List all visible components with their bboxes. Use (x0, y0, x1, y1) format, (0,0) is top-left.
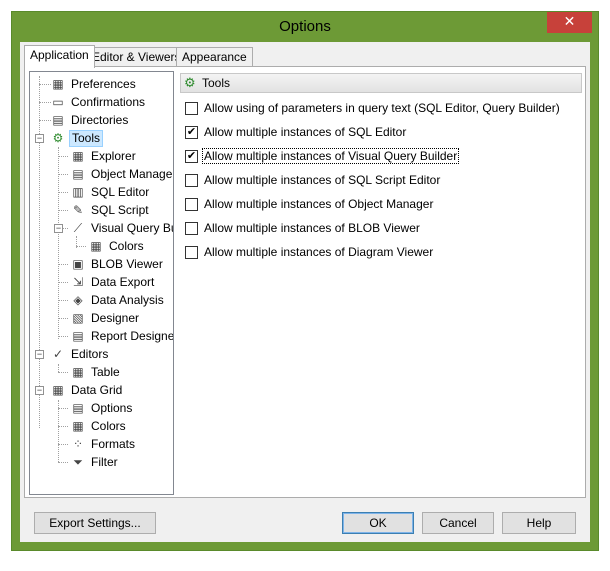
filter-icon: ⏷ (73, 455, 83, 469)
tab-editor-viewers[interactable]: Editor & Viewers (86, 47, 187, 67)
editors-icon: ✓ (52, 347, 64, 361)
sql-script-icon: ✎ (72, 203, 84, 217)
designer-icon: ▧ (72, 311, 84, 325)
vqb-collapse-toggle[interactable]: − (54, 224, 63, 233)
help-button[interactable]: Help (502, 512, 576, 534)
checkbox[interactable]: ✔ (185, 150, 198, 163)
report-designer-icon: ▤ (72, 329, 84, 343)
tab-application[interactable]: Application (24, 45, 95, 68)
dialog-client-area: Application Editor & Viewers Appearance (20, 42, 590, 542)
checkbox[interactable] (185, 174, 198, 187)
section-title: Tools (202, 76, 231, 90)
ok-button[interactable]: OK (342, 512, 414, 534)
tools-icon: ⚙ (184, 75, 196, 90)
grid-colors-icon: ▦ (72, 419, 84, 433)
checkbox[interactable] (185, 222, 198, 235)
tab-panel: − − − − ▦ Preferences ▭ Confirmations ▤ … (24, 66, 586, 498)
options-window: Options ✕ Application Editor & Viewers A… (12, 12, 598, 550)
visual-query-builder-icon: ⟋ (73, 221, 83, 235)
colors-icon: ▦ (90, 239, 102, 253)
checkbox[interactable] (185, 102, 198, 115)
table-icon: ▦ (72, 365, 84, 379)
checkbox[interactable] (185, 198, 198, 211)
close-button[interactable]: ✕ (547, 12, 592, 33)
data-grid-icon: ▦ (52, 383, 64, 397)
window-title: Options (279, 18, 331, 35)
explorer-icon: ▦ (72, 149, 84, 163)
editors-collapse-toggle[interactable]: − (35, 350, 44, 359)
sql-editor-icon: ▥ (72, 185, 84, 199)
section-header: ⚙ Tools (180, 73, 582, 93)
confirmations-icon: ▭ (52, 95, 64, 109)
directories-icon: ▤ (52, 113, 64, 127)
tools-collapse-toggle[interactable]: − (35, 134, 44, 143)
checkbox[interactable]: ✔ (185, 126, 198, 139)
blob-viewer-icon: ▣ (72, 257, 84, 271)
cancel-button[interactable]: Cancel (422, 512, 494, 534)
tools-settings-pane: ⚙ Tools Allow using of parameters in que… (177, 71, 582, 495)
checkbox[interactable] (185, 246, 198, 259)
object-manager-icon: ▤ (72, 167, 84, 181)
preferences-icon: ▦ (52, 77, 64, 91)
export-settings-button[interactable]: Export Settings... (34, 512, 156, 534)
data-analysis-icon: ◈ (73, 293, 83, 307)
data-grid-collapse-toggle[interactable]: − (35, 386, 44, 395)
formats-icon: ⁘ (72, 437, 84, 451)
tools-icon: ⚙ (52, 131, 64, 145)
options-tree[interactable]: − − − − ▦ Preferences ▭ Confirmations ▤ … (29, 71, 174, 495)
data-export-icon: ⇲ (72, 275, 84, 289)
tab-appearance[interactable]: Appearance (176, 47, 253, 67)
options-icon: ▤ (72, 401, 84, 415)
